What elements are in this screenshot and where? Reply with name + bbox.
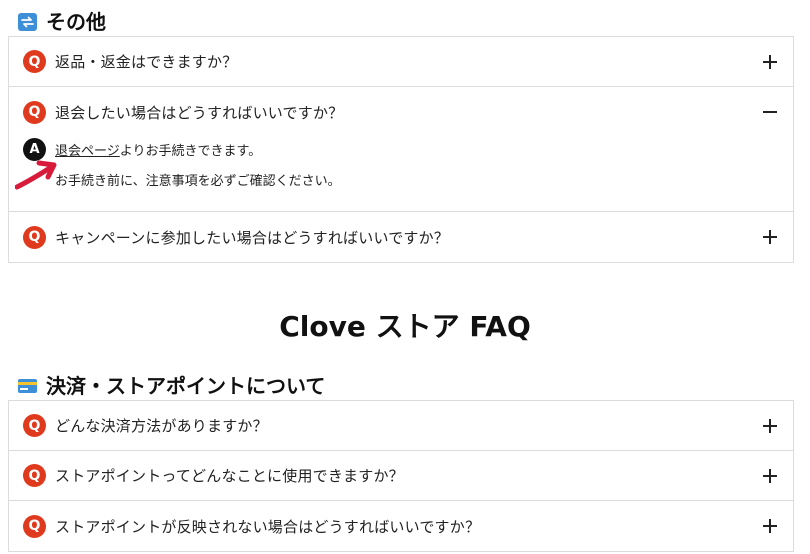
plus-icon[interactable] [763,418,777,433]
section-title: 決済・ストアポイントについて [46,374,326,398]
plus-icon[interactable] [763,230,777,244]
q-badge: Q [23,414,46,437]
q-badge: Q [23,225,46,249]
answer-text: 退会ページよりお手続きできます。 [55,140,261,159]
faq-list-other: Q 返品・返金はできますか？ Q 退会したい場合はどうすればいいですか？ A 退… [8,36,794,263]
faq-question-line[interactable]: Q 退会したい場合はどうすればいいですか？ [9,87,793,137]
plus-icon[interactable] [763,519,777,533]
faq-question: ストアポイントってどんなことに使用できますか？ [55,467,404,485]
withdrawal-page-link[interactable]: 退会ページ [55,144,120,159]
faq-answer: A 退会ページよりお手続きできます。 お手続き前に、注意事項を必ずご確認ください… [9,137,793,211]
faq-question: キャンペーンに参加したい場合はどうすればいいですか？ [55,228,450,247]
refresh-icon [18,12,37,31]
faq-list-payment: Q どんな決済方法がありますか？ Q ストアポイントってどんなことに使用できます… [8,400,794,552]
faq-item[interactable]: Q ストアポイントってどんなことに使用できますか？ [9,451,793,501]
faq-question: どんな決済方法がありますか？ [55,417,268,435]
faq-item[interactable]: Q 返品・返金はできますか？ [9,37,793,87]
section-title: その他 [46,10,106,34]
faq-question: ストアポイントが反映されない場合はどうすればいいですか？ [55,517,481,536]
answer-note: お手続き前に、注意事項を必ずご確認ください。 [55,174,341,189]
section-heading-other: その他 [18,6,106,35]
store-faq-title: Clove ストア FAQ [279,310,531,343]
minus-icon[interactable] [763,105,777,119]
faq-question: 返品・返金はできますか？ [55,53,238,71]
faq-item-expanded: Q 退会したい場合はどうすればいいですか？ A 退会ページよりお手続きできます。… [9,87,793,212]
faq-item[interactable]: Q ストアポイントが反映されない場合はどうすればいいですか？ [9,501,793,551]
q-badge: Q [23,514,46,538]
arrow-annotation-icon [15,160,57,190]
answer-rest: よりお手続きできます。 [119,143,262,159]
plus-icon[interactable] [763,54,777,69]
q-badge: Q [23,464,46,487]
plus-icon[interactable] [763,468,777,483]
faq-item[interactable]: Q どんな決済方法がありますか？ [9,401,793,451]
faq-item[interactable]: Q キャンペーンに参加したい場合はどうすればいいですか？ [9,212,793,262]
answer-line: A 退会ページよりお手続きできます。 [23,137,779,161]
section-heading-payment: 決済・ストアポイントについて [18,370,325,399]
q-badge: Q [23,100,46,124]
faq-question: 退会したい場合はどうすればいいですか？ [55,103,344,122]
credit-card-icon [18,376,37,394]
q-badge: Q [23,50,46,73]
